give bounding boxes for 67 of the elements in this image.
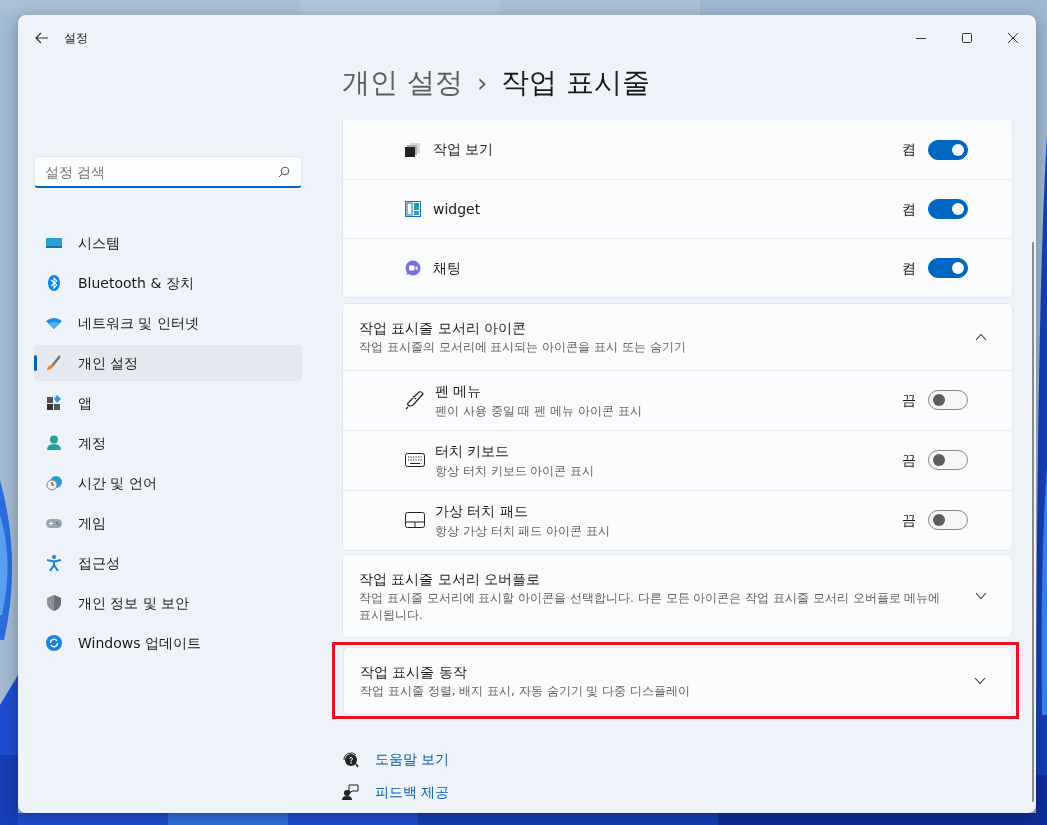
toggle-state-label: 켬: [902, 140, 916, 159]
chat-icon: [405, 260, 421, 276]
sidebar-item[interactable]: 시스템: [34, 225, 302, 261]
bluetooth-icon: [46, 275, 62, 291]
toggle-state-label: 끔: [902, 450, 916, 470]
setting-title: 작업 표시줄 동작: [360, 663, 468, 683]
pen-icon: [405, 390, 425, 411]
toggle-state-label: 켬: [902, 199, 916, 219]
setting-label: 터치 키보드: [435, 441, 511, 461]
setting-label: 가상 터치 패드: [435, 501, 529, 521]
wifi-icon: [46, 315, 62, 331]
sidebar-item[interactable]: 앱: [34, 385, 302, 421]
sidebar-item[interactable]: 게임: [34, 505, 302, 541]
toggle-state-label: 켬: [902, 258, 916, 278]
page-title: 작업 표시줄: [501, 65, 651, 101]
back-icon: [35, 32, 49, 44]
sidebar-item[interactable]: 시간 및 언어: [34, 465, 302, 501]
help-link[interactable]: 피드백 제공: [375, 782, 450, 800]
toggle-switch[interactable]: [928, 510, 968, 531]
scrollbar-thumb[interactable]: [1032, 242, 1034, 802]
sidebar-item[interactable]: Bluetooth & 장치: [34, 265, 302, 301]
toggle-switch[interactable]: [928, 258, 968, 278]
maximize-icon: [962, 33, 972, 43]
brush-icon: [46, 355, 62, 371]
setting-description: 작업 표시줄의 모서리에 표시되는 아이콘을 표시 또는 숨기기: [359, 339, 687, 356]
touchpad-icon: [405, 510, 425, 531]
setting-label: 작업 보기: [433, 140, 494, 159]
sidebar-item[interactable]: Windows 업데이트: [34, 625, 302, 661]
person-icon: [46, 435, 62, 451]
sidebar-item[interactable]: 계정: [34, 425, 302, 461]
setting-title: 작업 표시줄 모서리 오버플로: [359, 569, 542, 589]
toggle-switch[interactable]: [928, 139, 968, 160]
toggle-state-label: 끔: [902, 510, 916, 530]
display-icon: [46, 235, 62, 251]
setting-description: 항상 터치 키보드 아이콘 표시: [435, 462, 595, 480]
shield-icon: [46, 595, 62, 611]
panel-icon: [405, 201, 421, 217]
search-icon: [278, 166, 290, 178]
apps-icon: [46, 395, 62, 411]
toggle-switch[interactable]: [928, 390, 968, 411]
toggle-state-label: 끔: [902, 390, 916, 410]
setting-description: 항상 가상 터치 패드 아이콘 표시: [435, 522, 611, 540]
setting-description: 펜이 사용 중일 때 펜 메뉴 아이콘 표시: [435, 402, 642, 420]
breadcrumb-separator: ›: [476, 66, 488, 100]
search-field[interactable]: 설정 검색: [34, 156, 302, 188]
setting-title: 작업 표시줄 모서리 아이콘: [359, 319, 528, 338]
help-icon: [342, 750, 360, 769]
setting-label: 펜 메뉴: [435, 381, 483, 401]
setting-label: 채팅: [433, 258, 461, 278]
toggle-switch[interactable]: [928, 450, 968, 471]
breadcrumb-link[interactable]: 개인 설정: [342, 62, 463, 104]
sidebar-item[interactable]: 개인 설정: [34, 345, 302, 381]
sidebar-item[interactable]: 네트워크 및 인터넷: [34, 305, 302, 341]
close-icon: [1008, 33, 1018, 43]
globe-clock-icon: [46, 475, 62, 491]
sidebar-item[interactable]: 개인 정보 및 보안: [34, 585, 302, 621]
sidebar-item[interactable]: 접근성: [34, 545, 302, 581]
setting-label: widget: [433, 199, 481, 219]
setting-description: 작업 표시줄 모서리에 표시할 아이콘을 선택합니다. 다른 모든 아이콘은 작업 표시줄 모서리 오버플로 메뉴에 표시됩니다.: [359, 589, 942, 624]
feedback-icon: [342, 783, 360, 800]
setting-description: 작업 표시줄 정렬, 배지 표시, 자동 숨기기 및 다중 디스플레이: [360, 683, 691, 701]
toggle-switch[interactable]: [928, 199, 968, 219]
window-stack-icon: [405, 141, 421, 158]
sync-icon: [46, 635, 62, 651]
accessibility-icon: [46, 555, 62, 571]
window-title: 설정: [64, 30, 88, 47]
help-link[interactable]: 도움말 보기: [375, 749, 450, 771]
